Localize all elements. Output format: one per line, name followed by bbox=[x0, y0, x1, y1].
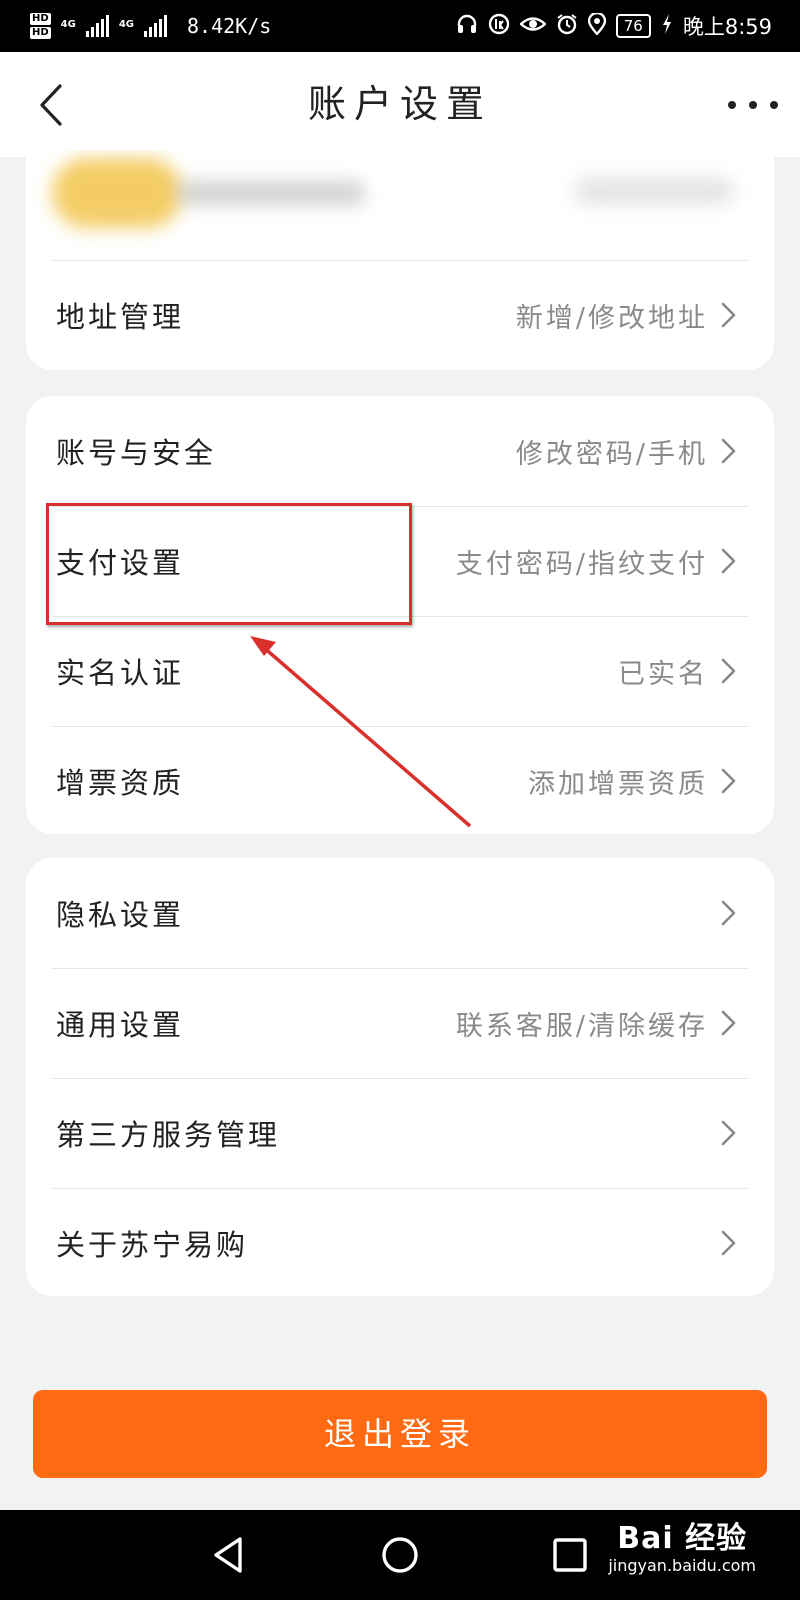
more-button[interactable] bbox=[728, 88, 778, 122]
network-type-2: 4G bbox=[118, 19, 135, 30]
signal-1k-icon bbox=[488, 13, 510, 39]
row-label: 隐私设置 bbox=[56, 898, 185, 932]
charging-icon bbox=[661, 13, 673, 39]
signal-bars-icon bbox=[144, 15, 168, 37]
row-label: 地址管理 bbox=[56, 300, 185, 334]
row-label: 账号与安全 bbox=[56, 436, 217, 470]
alarm-icon bbox=[556, 13, 578, 39]
chevron-right-icon bbox=[721, 1230, 736, 1256]
chevron-right-icon bbox=[721, 1010, 736, 1036]
chevron-right-icon bbox=[721, 768, 736, 794]
network-type-1: 4G bbox=[60, 19, 76, 30]
row-value: 修改密码/手机 bbox=[515, 438, 708, 470]
settings-row-real-name[interactable]: 实名认证 已实名 bbox=[26, 616, 774, 726]
row-value: 新增/修改地址 bbox=[515, 302, 708, 334]
settings-row-third-party[interactable]: 第三方服务管理 bbox=[26, 1078, 774, 1188]
row-value: 支付密码/指纹支付 bbox=[455, 548, 708, 580]
chevron-right-icon bbox=[721, 438, 736, 464]
row-value: 添加增票资质 bbox=[528, 768, 708, 800]
baidu-jingyan-watermark: Bai 经验 jingyan.baidu.com bbox=[608, 1522, 756, 1576]
avatar bbox=[52, 158, 182, 228]
chevron-right-icon bbox=[721, 1120, 736, 1146]
settings-row-invoice[interactable]: 增票资质 添加增票资质 bbox=[26, 726, 774, 834]
battery-level: 76 bbox=[615, 14, 651, 38]
hd-badge-2: HD bbox=[30, 27, 51, 39]
eye-icon bbox=[518, 13, 547, 39]
signal-bars-icon bbox=[85, 15, 109, 37]
system-nav-bar: Bai 经验 jingyan.baidu.com bbox=[0, 1510, 800, 1600]
watermark-url: jingyan.baidu.com bbox=[608, 1556, 756, 1575]
chevron-right-icon bbox=[721, 548, 736, 574]
nav-recent-apps-icon[interactable] bbox=[552, 1537, 588, 1573]
network-speed: 8.42K/s bbox=[187, 14, 272, 38]
nav-home-icon[interactable] bbox=[380, 1535, 420, 1575]
settings-row-privacy[interactable]: 隐私设置 bbox=[26, 858, 774, 968]
settings-row-address[interactable]: 地址管理 新增/修改地址 bbox=[26, 260, 774, 370]
status-bar: HD HD 4G 4G 8.42K/s 76 晚上8:59 bbox=[0, 0, 800, 52]
settings-row-about[interactable]: 关于苏宁易购 bbox=[26, 1188, 774, 1296]
settings-row-account-security[interactable]: 账号与安全 修改密码/手机 bbox=[26, 396, 774, 506]
profile-detail-blurred bbox=[574, 178, 734, 204]
username-blurred bbox=[176, 180, 366, 206]
chevron-right-icon bbox=[721, 302, 736, 328]
chevron-right-icon bbox=[721, 900, 736, 926]
hd-badge-1: HD bbox=[30, 13, 51, 25]
row-value: 已实名 bbox=[618, 658, 708, 690]
settings-card-profile: 地址管理 新增/修改地址 bbox=[26, 150, 774, 370]
row-value: 联系客服/清除缓存 bbox=[455, 1010, 708, 1042]
row-label: 关于苏宁易购 bbox=[56, 1228, 249, 1262]
location-icon bbox=[587, 11, 606, 39]
row-label: 通用设置 bbox=[56, 1008, 185, 1042]
clock: 晚上8:59 bbox=[682, 15, 772, 39]
chevron-right-icon bbox=[721, 658, 736, 684]
title-bar: 账户设置 bbox=[0, 52, 800, 157]
row-label: 增票资质 bbox=[56, 766, 185, 800]
watermark-logo: Bai 经验 bbox=[617, 1521, 748, 1556]
profile-row[interactable] bbox=[26, 150, 774, 260]
logout-button[interactable]: 退出登录 bbox=[33, 1390, 767, 1478]
settings-row-general[interactable]: 通用设置 联系客服/清除缓存 bbox=[26, 968, 774, 1078]
nav-back-icon[interactable] bbox=[210, 1535, 250, 1575]
page-title: 账户设置 bbox=[307, 82, 492, 126]
row-label: 第三方服务管理 bbox=[56, 1118, 281, 1152]
headset-icon bbox=[456, 13, 478, 39]
row-label: 实名认证 bbox=[56, 656, 185, 690]
settings-card-general: 隐私设置 通用设置 联系客服/清除缓存 第三方服务管理 关于苏宁易购 bbox=[26, 858, 774, 1296]
more-dots-icon bbox=[728, 101, 736, 109]
annotation-highlight-box bbox=[46, 503, 412, 625]
